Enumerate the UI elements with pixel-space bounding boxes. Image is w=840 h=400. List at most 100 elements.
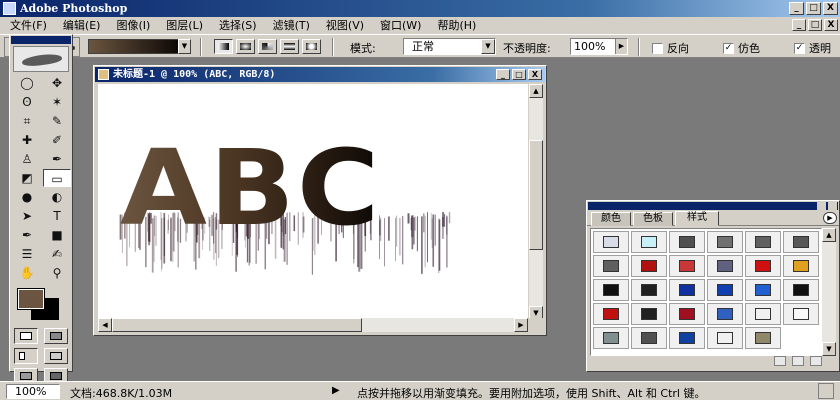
style-swatch[interactable]	[631, 231, 667, 253]
style-swatch[interactable]	[669, 279, 705, 301]
menu-select[interactable]: 选择(S)	[211, 18, 265, 33]
toolbox-title-bar[interactable]	[11, 36, 71, 44]
document-title-bar[interactable]: 未标题-1 @ 100% (ABC, RGB/8) _ □ X	[95, 67, 545, 82]
radial-gradient-button[interactable]	[236, 39, 255, 54]
quick-mask-button[interactable]	[44, 328, 68, 344]
horizontal-scrollbar[interactable]: ◀ ▶	[98, 318, 528, 332]
healing-brush-tool[interactable]: ✚	[13, 131, 41, 149]
mode-select[interactable]: 正常 ▼	[403, 38, 496, 55]
blur-tool[interactable]: ●	[13, 188, 41, 206]
menu-layer[interactable]: 图层(L)	[158, 18, 211, 33]
style-swatch[interactable]	[593, 231, 629, 253]
full-screen-menu-button[interactable]	[44, 348, 68, 364]
magic-wand-tool[interactable]: ✶	[43, 93, 71, 111]
zoom-input[interactable]: 100%	[6, 384, 60, 399]
style-swatch[interactable]	[707, 303, 743, 325]
status-grip[interactable]	[818, 383, 834, 399]
palette-close-button[interactable]	[828, 202, 837, 210]
style-swatch[interactable]	[745, 255, 781, 277]
move-tool[interactable]: ✥	[43, 74, 71, 92]
menu-image[interactable]: 图像(I)	[108, 18, 158, 33]
clear-style-icon[interactable]	[774, 356, 786, 366]
new-style-icon[interactable]	[792, 356, 804, 366]
doc-window-minimize-button[interactable]: _	[496, 69, 510, 80]
doc-minimize-button[interactable]: _	[792, 19, 806, 31]
menu-help[interactable]: 帮助(H)	[429, 18, 484, 33]
pen-tool[interactable]: ✒	[13, 226, 41, 244]
scroll-left-icon[interactable]: ◀	[98, 318, 112, 332]
marquee-tool[interactable]: ◯	[13, 74, 41, 92]
menu-edit[interactable]: 编辑(E)	[55, 18, 109, 33]
reverse-checkbox[interactable]: 反向	[652, 40, 689, 56]
style-swatch[interactable]	[669, 327, 705, 349]
close-button[interactable]: X	[823, 2, 838, 15]
style-swatch[interactable]	[593, 279, 629, 301]
gradient-preview[interactable]	[88, 39, 180, 54]
style-swatch[interactable]	[745, 303, 781, 325]
trash-icon[interactable]	[810, 356, 822, 366]
style-swatch[interactable]	[593, 327, 629, 349]
doc-window-close-button[interactable]: X	[528, 69, 542, 80]
type-tool[interactable]: T	[43, 207, 71, 225]
eyedropper-tool[interactable]: ✍	[43, 245, 71, 263]
style-swatch[interactable]	[707, 279, 743, 301]
doc-window-maximize-button[interactable]: □	[512, 69, 526, 80]
menu-filter[interactable]: 滤镜(T)	[265, 18, 318, 33]
eraser-tool[interactable]: ◩	[13, 169, 41, 187]
resize-grip[interactable]	[529, 318, 543, 332]
dither-checkbox-box[interactable]: ✓	[723, 42, 734, 54]
gradient-tool[interactable]: ▭	[43, 169, 71, 187]
linear-gradient-button[interactable]	[214, 39, 233, 54]
reflected-gradient-button[interactable]	[280, 39, 299, 54]
style-swatch[interactable]	[631, 327, 667, 349]
menu-view[interactable]: 视图(V)	[318, 18, 372, 33]
style-swatch[interactable]	[631, 279, 667, 301]
chevron-right-icon[interactable]: ▶	[615, 39, 627, 54]
menu-window[interactable]: 窗口(W)	[372, 18, 429, 33]
lasso-tool[interactable]: ʘ	[13, 93, 41, 111]
zoom-tool[interactable]: ⚲	[43, 264, 71, 282]
style-swatch[interactable]	[631, 303, 667, 325]
style-swatch[interactable]	[631, 255, 667, 277]
palette-title-bar[interactable]	[588, 202, 838, 210]
shape-tool[interactable]: ■	[43, 226, 71, 244]
scroll-up-icon[interactable]: ▲	[529, 84, 543, 98]
dodge-tool[interactable]: ◐	[43, 188, 71, 206]
doc-restore-button[interactable]: □	[808, 19, 822, 31]
vertical-scroll-thumb[interactable]	[529, 140, 543, 250]
opacity-input[interactable]: 100% ▶	[570, 38, 628, 55]
style-swatch[interactable]	[745, 231, 781, 253]
path-selection-tool[interactable]: ➤	[13, 207, 41, 225]
style-swatch[interactable]	[783, 279, 819, 301]
toolbox-logo[interactable]	[13, 46, 69, 72]
hand-tool[interactable]: ✋	[13, 264, 41, 282]
gradient-dropdown-arrow[interactable]: ▼	[178, 39, 191, 54]
palette-scroll-up-icon[interactable]: ▲	[822, 228, 836, 242]
style-swatch[interactable]	[745, 279, 781, 301]
brush-tool[interactable]: ✐	[43, 131, 71, 149]
standard-screen-button[interactable]	[14, 348, 38, 364]
doc-close-button[interactable]: X	[824, 19, 838, 31]
horizontal-scroll-thumb[interactable]	[112, 318, 362, 332]
style-swatch[interactable]	[593, 303, 629, 325]
style-swatch[interactable]	[669, 255, 705, 277]
document-info[interactable]: 文档:468.8K/1.03M	[70, 385, 172, 400]
transparency-checkbox-box[interactable]: ✓	[794, 42, 805, 54]
tab-color[interactable]: 颜色	[591, 212, 631, 226]
style-swatch[interactable]	[669, 231, 705, 253]
palette-vertical-scrollbar[interactable]: ▲ ▼	[822, 228, 836, 356]
maximize-button[interactable]: □	[806, 2, 821, 15]
palette-menu-icon[interactable]: ▶	[823, 212, 837, 224]
menu-file[interactable]: 文件(F)	[0, 18, 55, 33]
tab-styles[interactable]: 样式	[675, 211, 719, 226]
diamond-gradient-button[interactable]	[302, 39, 321, 54]
canvas[interactable]: ABC	[98, 84, 528, 320]
palette-scroll-down-icon[interactable]: ▼	[822, 342, 836, 356]
style-swatch[interactable]	[593, 255, 629, 277]
standard-mode-button[interactable]	[14, 328, 38, 344]
style-swatch[interactable]	[669, 303, 705, 325]
slice-tool[interactable]: ✎	[43, 112, 71, 130]
tab-swatches[interactable]: 色板	[633, 212, 673, 226]
style-swatch[interactable]	[783, 255, 819, 277]
minimize-button[interactable]: _	[789, 2, 804, 15]
